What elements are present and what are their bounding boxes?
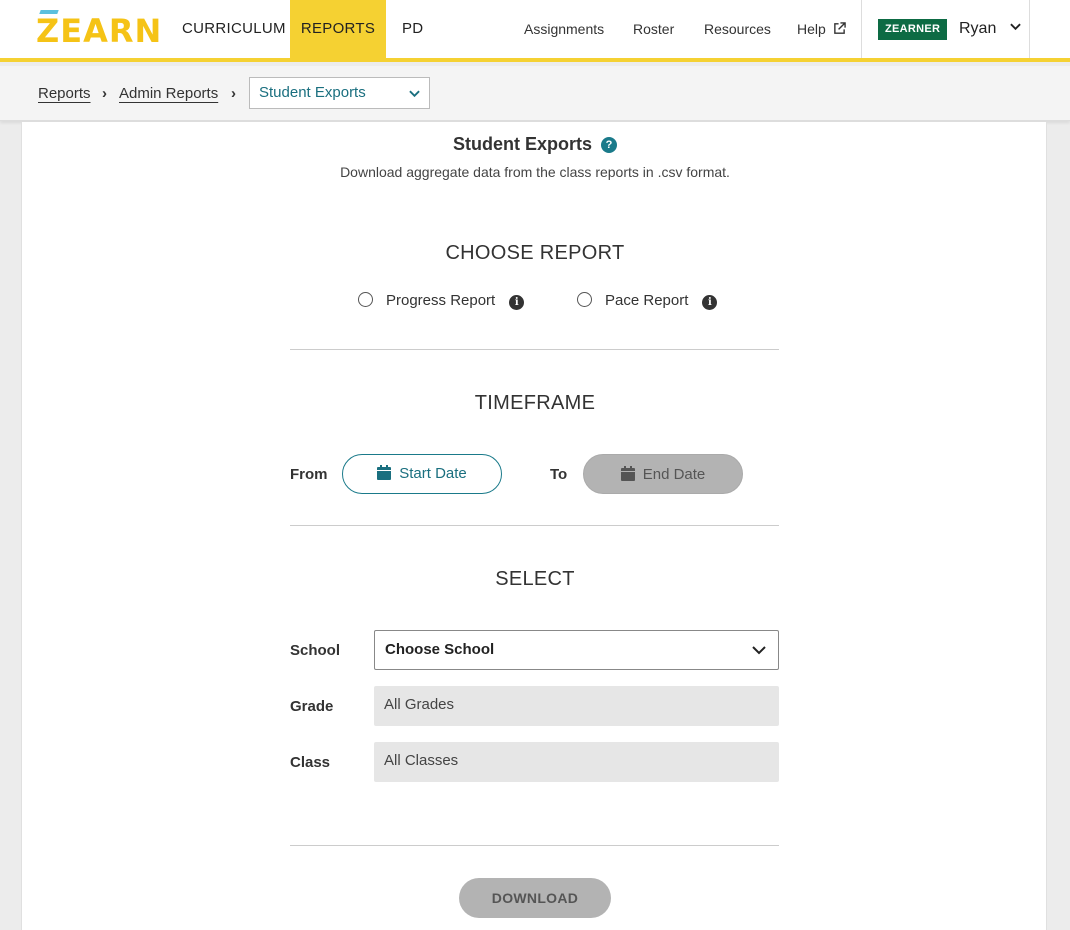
school-select[interactable]: Choose School [374,630,779,670]
user-menu[interactable]: Ryan [959,0,1021,58]
header-divider [861,0,862,58]
start-date-label: Start Date [399,465,467,482]
breadcrumb: Reports › Admin Reports › Student Export… [0,66,1070,121]
page-title: Student Exports? [22,134,1048,155]
grade-label: Grade [290,698,334,715]
section-divider [290,349,779,350]
page-title-text: Student Exports [452,134,592,154]
info-icon[interactable]: i [702,295,718,310]
section-divider [290,845,779,846]
pace-report-label: Pace Report [605,292,689,309]
nav-reports[interactable]: REPORTS [290,0,386,58]
section-divider [290,525,779,526]
class-label: Class [290,754,331,771]
end-date-label: End Date [642,466,706,483]
calendar-icon [620,466,635,481]
progress-report-option[interactable]: Progress Report i [358,292,525,312]
report-type-value: Student Exports [259,84,366,101]
user-name: Ryan [959,20,997,37]
school-select-value: Choose School [385,641,495,658]
external-link-icon [833,22,846,34]
chevron-down-icon [409,90,420,98]
breadcrumb-separator: › [102,85,107,102]
select-heading: SELECT [495,568,575,590]
progress-report-label: Progress Report [386,292,496,309]
nav-curriculum[interactable]: CURRICULUM [182,0,286,58]
grade-select[interactable]: All Grades [374,686,779,726]
pace-report-option[interactable]: Pace Report i [577,292,718,312]
report-type-select[interactable]: Student Exports [249,77,430,109]
timeframe-heading: TIMEFRAME [474,392,596,414]
roster-link[interactable]: Roster [633,0,674,58]
start-date-button[interactable]: Start Date [342,454,502,494]
chevron-down-icon [1010,23,1021,31]
nav-pd[interactable]: PD [402,0,423,58]
info-icon[interactable]: i [509,295,525,310]
header-divider [1029,0,1030,58]
pace-report-radio[interactable] [577,292,592,307]
help-link[interactable]: Help [797,0,846,58]
top-navigation-bar: ZEARN CURRICULUM REPORTS PD Assignments … [0,0,1070,62]
choose-report-heading: CHOOSE REPORT [445,242,625,264]
calendar-icon [377,465,392,480]
school-label: School [290,642,341,659]
resources-link[interactable]: Resources [704,0,771,58]
class-select[interactable]: All Classes [374,742,779,782]
chevron-down-icon [752,646,766,655]
help-link-label: Help [797,21,826,37]
download-button[interactable]: DOWNLOAD [459,878,611,918]
zearn-logo[interactable]: ZEARN [36,10,161,50]
end-date-button[interactable]: End Date [583,454,743,494]
assignments-link[interactable]: Assignments [524,0,604,58]
student-exports-panel: Student Exports? Download aggregate data… [21,122,1047,930]
progress-report-radio[interactable] [358,292,373,307]
question-icon[interactable]: ? [601,137,617,153]
to-label: To [550,466,568,483]
zearner-badge: ZEARNER [878,19,948,40]
logo-text: ZEARN [36,12,163,50]
breadcrumb-separator: › [231,85,236,102]
breadcrumb-reports[interactable]: Reports [38,66,91,121]
breadcrumb-admin-reports[interactable]: Admin Reports [119,66,218,121]
page-subtitle: Download aggregate data from the class r… [340,164,730,180]
from-label: From [290,466,328,483]
